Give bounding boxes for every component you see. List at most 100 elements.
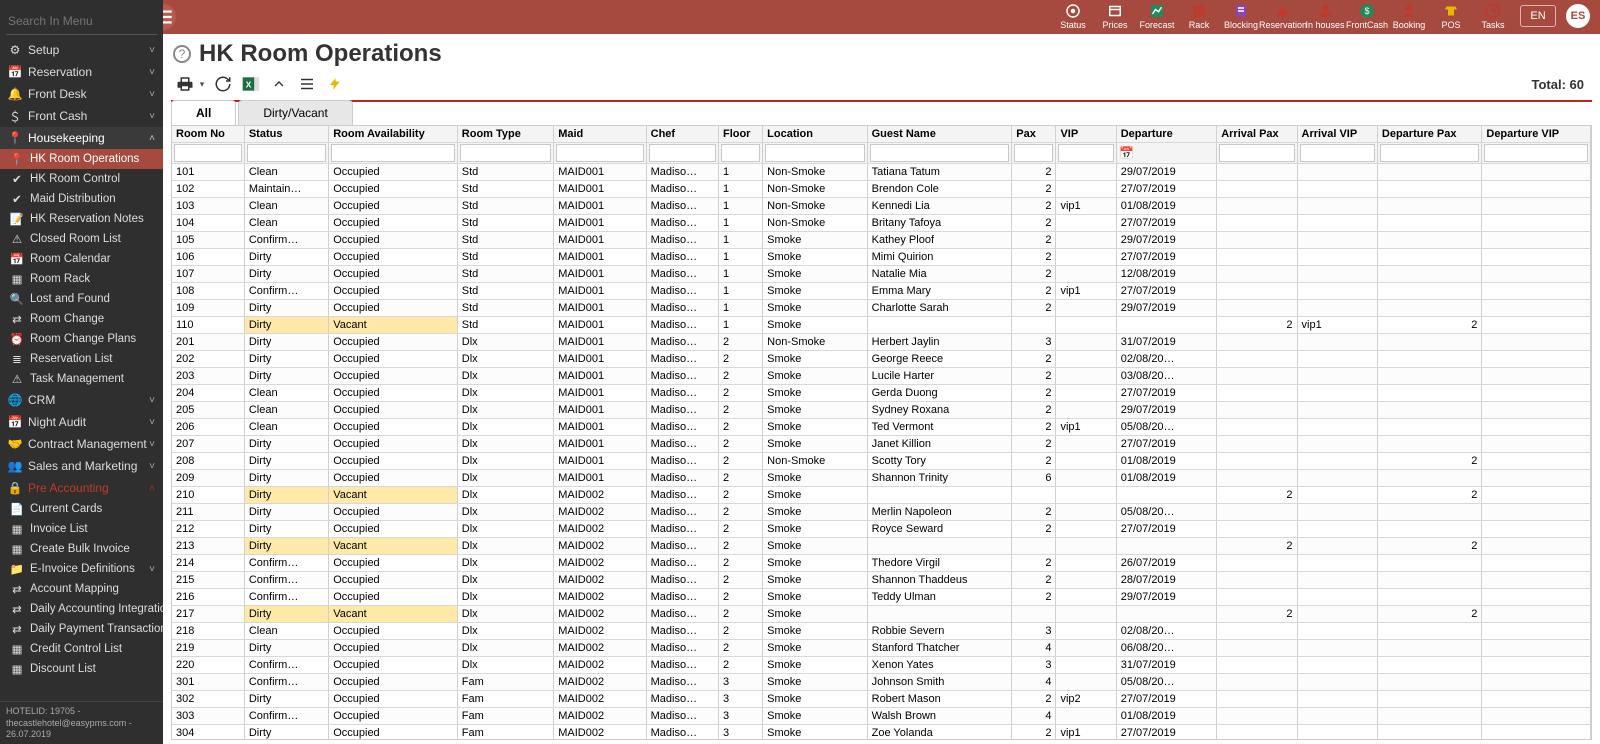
column-filter-input[interactable] [649, 144, 716, 162]
topbar-item-pos[interactable]: POS [1430, 0, 1472, 30]
sidebar-subitem-closed-room-list[interactable]: ⚠ Closed Room List [0, 229, 163, 249]
column-header[interactable]: Guest Name [867, 126, 1012, 143]
column-header[interactable]: Pax [1012, 126, 1056, 143]
column-filter-input[interactable] [331, 144, 455, 162]
sidebar-subitem-task-management[interactable]: ⚠ Task Management [0, 369, 163, 389]
sidebar-item-pre-accounting[interactable]: 🔒 Pre Accounting ˄ [0, 477, 163, 499]
column-filter-input[interactable] [721, 144, 760, 162]
column-header[interactable]: Arrival VIP [1297, 126, 1377, 143]
table-row[interactable]: 206CleanOccupiedDlxMAID001Madiso…2SmokeT… [172, 419, 1591, 436]
grid-scroll[interactable]: Room NoStatusRoom AvailabilityRoom TypeM… [171, 125, 1592, 740]
quick-action-button[interactable] [323, 72, 347, 96]
table-row[interactable]: 301Confirm…OccupiedFamMAID002Madiso…3Smo… [172, 674, 1591, 691]
sidebar-item-sales-and-marketing[interactable]: 👥 Sales and Marketing ˅ [0, 455, 163, 477]
topbar-item-frontcash[interactable]: $ FrontCash [1346, 0, 1388, 30]
sidebar-item-contract-management[interactable]: 🤝 Contract Management ˅ [0, 433, 163, 455]
user-avatar[interactable]: ES [1566, 4, 1590, 28]
table-row[interactable]: 110DirtyVacantStdMAID001Madiso…1Smoke2vi… [172, 317, 1591, 334]
sidebar-item-reservation[interactable]: 📅 Reservation ˅ [0, 61, 163, 83]
sidebar-subitem-invoice-list[interactable]: ▦ Invoice List [0, 519, 163, 539]
language-selector[interactable]: EN [1520, 5, 1556, 27]
tab-dirty-vacant[interactable]: Dirty/Vacant [238, 100, 352, 125]
table-row[interactable]: 201DirtyOccupiedDlxMAID001Madiso…2Non-Sm… [172, 334, 1591, 351]
table-row[interactable]: 205CleanOccupiedDlxMAID001Madiso…2SmokeS… [172, 402, 1591, 419]
column-header[interactable]: Chef [646, 126, 718, 143]
calendar-filter-icon[interactable]: 📅 [1119, 145, 1135, 161]
column-header[interactable]: Location [763, 126, 867, 143]
sidebar-item-front-cash[interactable]: ＄ Front Cash ˅ [0, 105, 163, 127]
table-row[interactable]: 106DirtyOccupiedStdMAID001Madiso…1SmokeM… [172, 249, 1591, 266]
sidebar-subitem-e-invoice-definitions[interactable]: 📁 E-Invoice Definitions ˅ [0, 559, 163, 579]
column-filter-input[interactable] [1484, 144, 1588, 162]
sidebar-item-setup[interactable]: ⚙ Setup ˅ [0, 39, 163, 61]
sidebar-subitem-daily-payment-transaction[interactable]: ⇄ Daily Payment Transaction [0, 619, 163, 639]
table-row[interactable]: 303Confirm…OccupiedFamMAID002Madiso…3Smo… [172, 708, 1591, 725]
table-row[interactable]: 101CleanOccupiedStdMAID001Madiso…1Non-Sm… [172, 164, 1591, 181]
table-row[interactable]: 214Confirm…OccupiedDlxMAID002Madiso…2Smo… [172, 555, 1591, 572]
sidebar-item-housekeeping[interactable]: 📍 Housekeeping ˄ [0, 127, 163, 149]
column-header[interactable]: VIP [1056, 126, 1116, 143]
table-row[interactable]: 204CleanOccupiedDlxMAID001Madiso…2SmokeG… [172, 385, 1591, 402]
topbar-item-status[interactable]: Status [1052, 0, 1094, 30]
sidebar-subitem-hk-room-operations[interactable]: 📍 HK Room Operations [0, 149, 163, 169]
sidebar-subitem-discount-list[interactable]: ▦ Discount List [0, 659, 163, 679]
sidebar-subitem-room-change-plans[interactable]: ⏰ Room Change Plans [0, 329, 163, 349]
sidebar-subitem-credit-control-list[interactable]: ▦ Credit Control List [0, 639, 163, 659]
topbar-item-prices[interactable]: Prices [1094, 0, 1136, 30]
sidebar-subitem-daily-accounting-integration[interactable]: ⇄ Daily Accounting Integration [0, 599, 163, 619]
column-header[interactable]: Departure Pax [1377, 126, 1481, 143]
column-header[interactable]: Maid [554, 126, 646, 143]
column-header[interactable]: Departure [1116, 126, 1216, 143]
refresh-button[interactable] [211, 72, 235, 96]
sidebar-subitem-reservation-list[interactable]: ≣ Reservation List [0, 349, 163, 369]
column-filter-input[interactable] [1300, 144, 1375, 162]
sidebar-subitem-current-cards[interactable]: 📄 Current Cards [0, 499, 163, 519]
table-row[interactable]: 216Confirm…OccupiedDlxMAID002Madiso…2Smo… [172, 589, 1591, 606]
topbar-item-blocking[interactable]: Blocking [1220, 0, 1262, 30]
sidebar-subitem-hk-reservation-notes[interactable]: 📝 HK Reservation Notes [0, 209, 163, 229]
column-filter-input[interactable] [460, 144, 551, 162]
sidebar-subitem-lost-and-found[interactable]: 🔍 Lost and Found [0, 289, 163, 309]
topbar-item-tasks[interactable]: Tasks [1472, 0, 1514, 30]
topbar-item-booking[interactable]: Booking [1388, 0, 1430, 30]
table-row[interactable]: 220Confirm…OccupiedDlxMAID002Madiso…2Smo… [172, 657, 1591, 674]
tab-all[interactable]: All [171, 100, 236, 125]
table-row[interactable]: 203DirtyOccupiedDlxMAID001Madiso…2SmokeL… [172, 368, 1591, 385]
table-row[interactable]: 209DirtyOccupiedDlxMAID001Madiso…2SmokeS… [172, 470, 1591, 487]
sidebar-item-night-audit[interactable]: 📅 Night Audit ˅ [0, 411, 163, 433]
column-filter-input[interactable] [247, 144, 326, 162]
sidebar-item-front-desk[interactable]: 🔔 Front Desk ˅ [0, 83, 163, 105]
table-row[interactable]: 217DirtyVacantDlxMAID002Madiso…2Smoke22 [172, 606, 1591, 623]
column-filter-input[interactable] [1219, 144, 1294, 162]
table-row[interactable]: 108Confirm…OccupiedStdMAID001Madiso…1Smo… [172, 283, 1591, 300]
print-dropdown[interactable]: ▾ [197, 72, 207, 96]
column-filter-input[interactable] [174, 144, 242, 162]
print-button[interactable] [173, 72, 197, 96]
table-row[interactable]: 107DirtyOccupiedStdMAID001Madiso…1SmokeN… [172, 266, 1591, 283]
help-icon[interactable]: ? [173, 45, 191, 63]
table-row[interactable]: 104CleanOccupiedStdMAID001Madiso…1Non-Sm… [172, 215, 1591, 232]
topbar-item-inhouses[interactable]: In houses [1304, 0, 1346, 30]
column-filter-input[interactable] [1014, 144, 1053, 162]
table-row[interactable]: 218CleanOccupiedDlxMAID002Madiso…2SmokeR… [172, 623, 1591, 640]
sidebar-subitem-hk-room-control[interactable]: ✔ HK Room Control [0, 169, 163, 189]
menu-search-input[interactable] [6, 8, 157, 35]
excel-export-button[interactable]: X [239, 72, 263, 96]
collapse-button[interactable] [267, 72, 291, 96]
table-row[interactable]: 109DirtyOccupiedStdMAID001Madiso…1SmokeC… [172, 300, 1591, 317]
topbar-item-reservation[interactable]: Reservation [1262, 0, 1304, 30]
table-row[interactable]: 304DirtyOccupiedFamMAID002Madiso…3SmokeZ… [172, 725, 1591, 741]
sidebar-subitem-room-rack[interactable]: ▦ Room Rack [0, 269, 163, 289]
column-header[interactable]: Arrival Pax [1217, 126, 1297, 143]
sidebar-subitem-room-change[interactable]: ⇄ Room Change [0, 309, 163, 329]
column-filter-input[interactable] [556, 144, 643, 162]
table-row[interactable]: 210DirtyVacantDlxMAID002Madiso…2Smoke22 [172, 487, 1591, 504]
table-row[interactable]: 211DirtyOccupiedDlxMAID002Madiso…2SmokeM… [172, 504, 1591, 521]
table-row[interactable]: 208DirtyOccupiedDlxMAID001Madiso…2Non-Sm… [172, 453, 1591, 470]
table-row[interactable]: 215Confirm…OccupiedDlxMAID002Madiso…2Smo… [172, 572, 1591, 589]
sidebar-item-crm[interactable]: 🌐 CRM ˅ [0, 389, 163, 411]
column-header[interactable]: Room Type [457, 126, 553, 143]
sidebar-subitem-maid-distribution[interactable]: ✔ Maid Distribution [0, 189, 163, 209]
table-row[interactable]: 102Maintain…OccupiedStdMAID001Madiso…1No… [172, 181, 1591, 198]
sidebar-subitem-room-calendar[interactable]: 📅 Room Calendar [0, 249, 163, 269]
